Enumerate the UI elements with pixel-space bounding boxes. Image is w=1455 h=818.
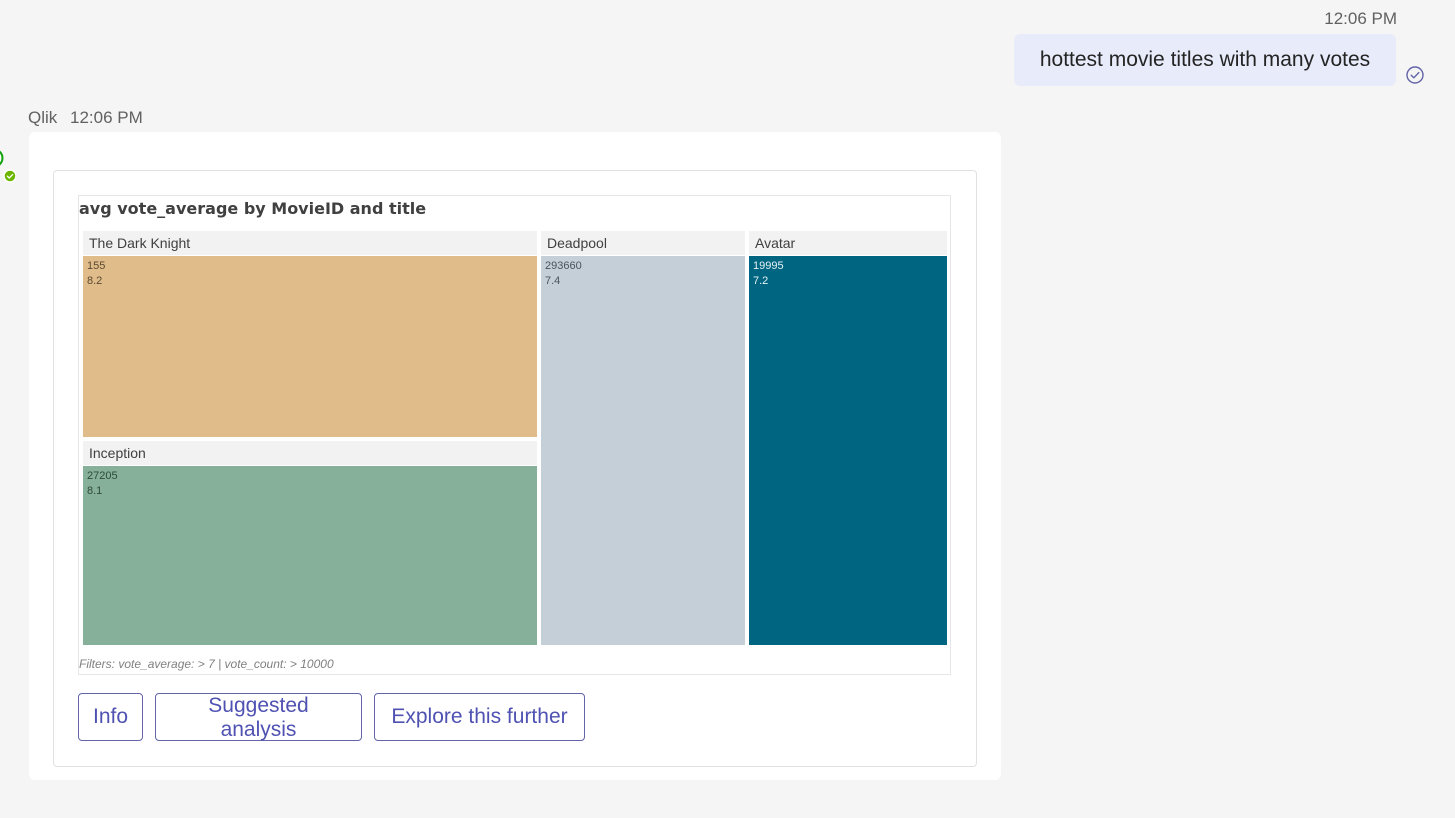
bot-avatar[interactable] — [0, 146, 16, 186]
cell-movie-id: 155 — [87, 260, 106, 272]
bot-message-header: Qlik 12:06 PM — [28, 108, 143, 128]
suggested-analysis-button[interactable]: Suggested analysis — [155, 693, 362, 741]
user-message-time: 12:06 PM — [1324, 9, 1397, 28]
bot-message-time: 12:06 PM — [70, 108, 143, 127]
cell-movie-id: 19995 — [753, 260, 784, 272]
user-message-text: hottest movie titles with many votes — [1039, 48, 1371, 71]
bot-sender-name: Qlik — [28, 108, 58, 127]
cell-movie-id: 27205 — [87, 470, 118, 482]
read-receipt-check-icon — [1406, 66, 1424, 84]
cell-value: 7.2 — [753, 275, 769, 287]
treemap-cell-dark-knight: 155 8.2 — [83, 256, 537, 437]
chart-title: avg vote_average by MovieID and title — [79, 199, 427, 218]
chart-filters: Filters: vote_average: > 7 | vote_count:… — [79, 657, 334, 671]
cell-value: 7.4 — [545, 275, 561, 287]
treemap-header-deadpool: Deadpool — [541, 231, 745, 255]
treemap-header-avatar: Avatar — [749, 231, 947, 255]
treemap-header-inception: Inception — [83, 441, 537, 465]
treemap-cell-avatar: 19995 7.2 — [749, 256, 947, 645]
cell-value: 8.1 — [87, 485, 103, 497]
treemap-cell-inception: 27205 8.1 — [83, 466, 537, 645]
presence-available-icon — [3, 169, 16, 183]
cell-movie-id: 293660 — [545, 260, 582, 272]
cell-value: 8.2 — [87, 275, 103, 287]
treemap-cell-deadpool: 293660 7.4 — [541, 256, 745, 645]
treemap-header-dark-knight: The Dark Knight — [83, 231, 537, 255]
user-message-bubble: hottest movie titles with many votes — [1014, 34, 1396, 86]
explore-further-button[interactable]: Explore this further — [374, 693, 585, 741]
info-button[interactable]: Info — [78, 693, 143, 741]
